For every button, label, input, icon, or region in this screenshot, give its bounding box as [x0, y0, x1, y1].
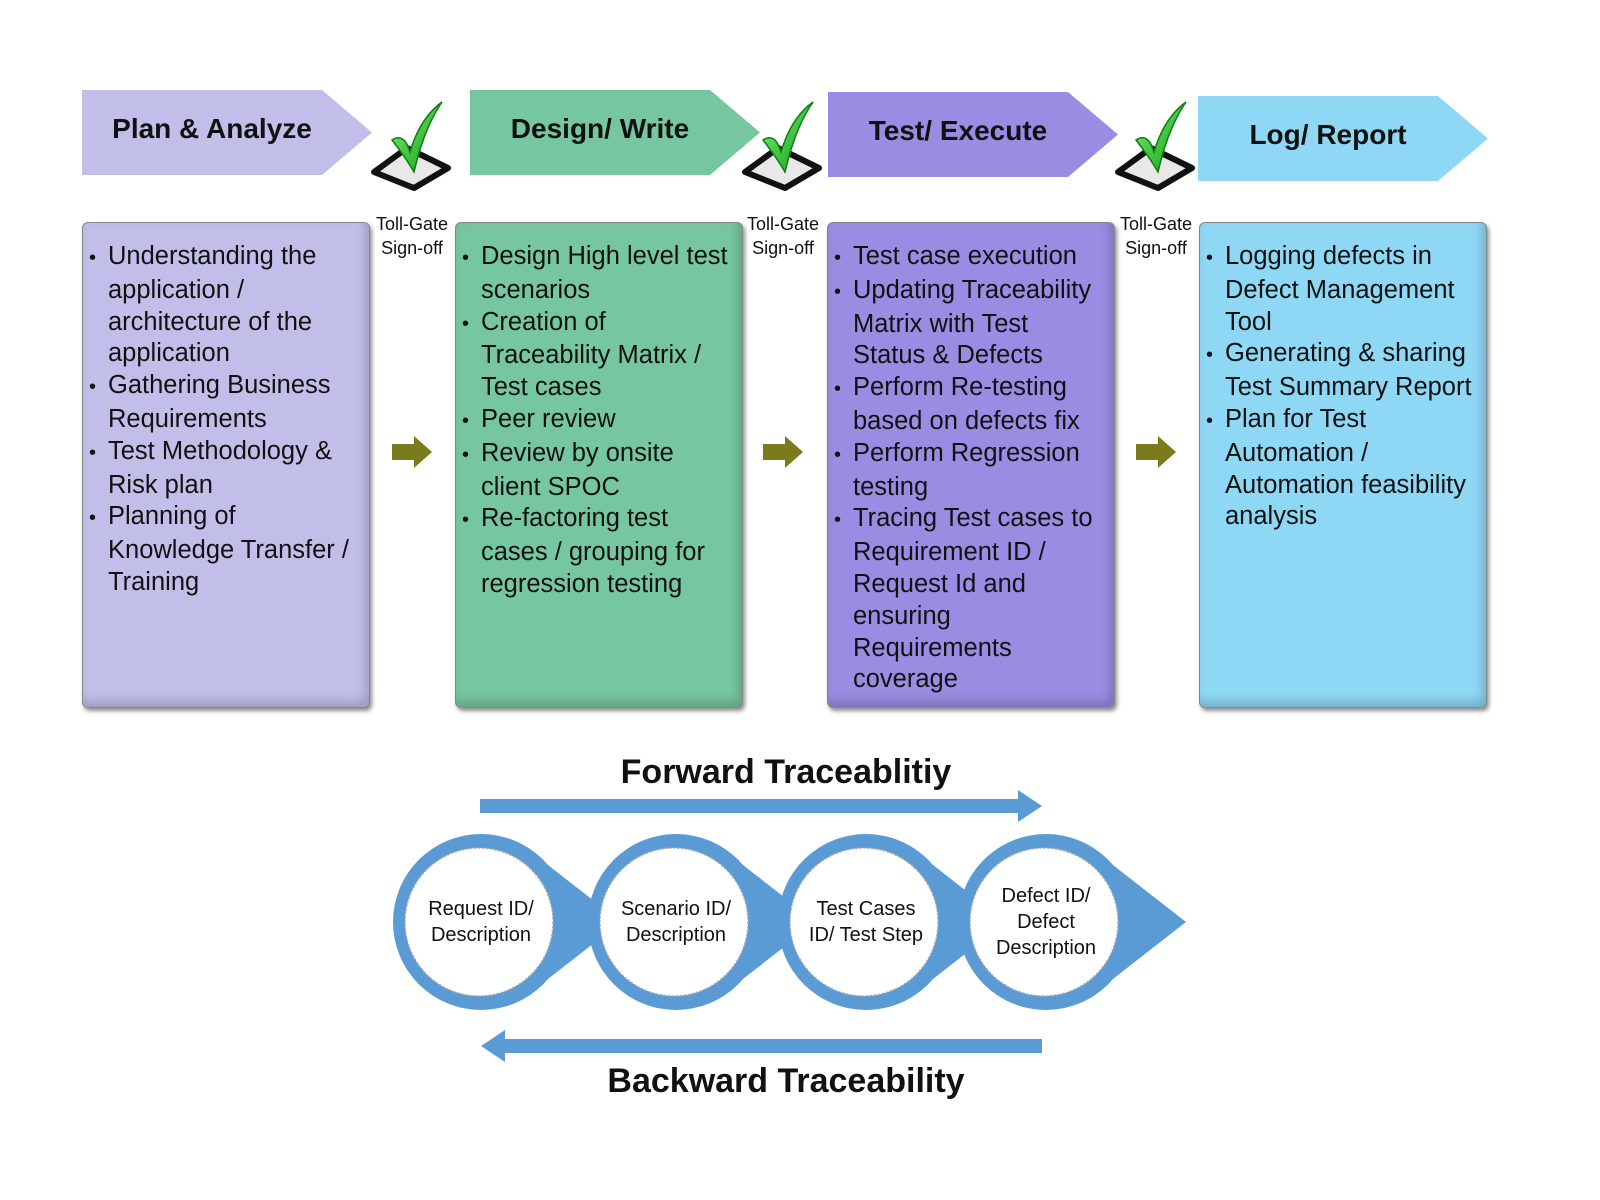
toll-gate-label: Toll-Gate Sign-off [1111, 212, 1201, 260]
phase-title: Design/ Write [510, 113, 690, 144]
trace-node-label: Defect ID/Defect Description [976, 883, 1116, 961]
phase-box-test: Test case executionUpdating Traceability… [827, 222, 1115, 708]
toll-gate-line: Toll-Gate [746, 214, 820, 234]
activity-item: Test Methodology & Risk plan [89, 436, 361, 502]
activity-item: Planning of Knowledge Transfer / Trainin… [89, 501, 361, 598]
activity-item: Review by onsite client SPOC [462, 438, 734, 504]
trace-node-line: Description [995, 937, 1097, 959]
phase-title: Plan & Analyze [112, 113, 312, 144]
right-arrow-icon [763, 436, 803, 468]
forward-arrow [480, 790, 1042, 822]
activity-item: Perform Re-testing based on defects fix [834, 372, 1106, 438]
phase-box-log: Logging defects in Defect Management Too… [1199, 222, 1487, 708]
activity-item: Updating Traceability Matrix with Test S… [834, 275, 1106, 372]
trace-node-label: Test Cases ID/ Test Step [796, 896, 936, 948]
activity-item: Design High level test scenarios [462, 241, 734, 307]
toll-gate-line: Toll-Gate [375, 214, 449, 234]
backward-arrow [481, 1030, 1042, 1062]
right-arrow-icon [392, 436, 432, 468]
toll-gate-label: Toll-Gate Sign-off [367, 212, 457, 260]
phase-title: Log/ Report [1249, 119, 1407, 150]
phase-title: Test/ Execute [868, 115, 1048, 146]
toll-gate-line: Sign-off [381, 238, 443, 258]
phase-box-design: Design High level test scenariosCreation… [455, 222, 743, 708]
toll-gate-line: Sign-off [1125, 238, 1187, 258]
activity-list: Logging defects in Defect Management Too… [1206, 241, 1478, 533]
forward-traceability-title: Forward Traceablitiy [620, 753, 952, 791]
trace-node-label: Request ID/Description [411, 896, 551, 948]
activity-list: Design High level test scenariosCreation… [462, 241, 734, 601]
activity-item: Test case execution [834, 241, 1106, 275]
phase-box-plan: Understanding the application / architec… [82, 222, 370, 708]
checkmark-checkbox-icon [371, 101, 451, 191]
activity-item: Plan for Test Automation / Automation fe… [1206, 404, 1478, 533]
checkmark-checkbox-icon [1115, 101, 1195, 191]
activity-list: Test case executionUpdating Traceability… [834, 241, 1106, 696]
right-arrow-icon [1136, 436, 1176, 468]
activity-item: Peer review [462, 404, 734, 438]
activity-item: Logging defects in Defect Management Too… [1206, 241, 1478, 338]
trace-node-line: Defect [1017, 911, 1075, 933]
trace-node-line: Defect ID/ [1001, 885, 1091, 907]
activity-item: Re-factoring test cases / grouping for r… [462, 503, 734, 600]
activity-item: Perform Regression testing [834, 438, 1106, 504]
toll-gate-label: Toll-Gate Sign-off [738, 212, 828, 260]
toll-gate-line: Sign-off [752, 238, 814, 258]
toll-gate-line: Toll-Gate [1119, 214, 1193, 234]
trace-node-label: Scenario ID/Description [606, 896, 746, 948]
activity-item: Understanding the application / architec… [89, 241, 361, 370]
trace-node-line: Description [430, 924, 532, 946]
activity-list: Understanding the application / architec… [89, 241, 361, 599]
trace-node-line: Description [625, 924, 727, 946]
backward-traceability-title: Backward Traceability [607, 1062, 965, 1100]
checkmark-checkbox-icon [742, 101, 822, 191]
trace-node-line: Request ID/ [428, 898, 534, 920]
activity-item: Creation of Traceability Matrix / Test c… [462, 307, 734, 404]
trace-node-line: ID/ Test Step [808, 924, 924, 946]
activity-item: Gathering Business Requirements [89, 370, 361, 436]
activity-item: Generating & sharing Test Summary Report [1206, 338, 1478, 404]
activity-item: Tracing Test cases to Requirement ID / R… [834, 503, 1106, 696]
trace-node-line: Test Cases [816, 898, 916, 920]
trace-node-line: Scenario ID/ [620, 898, 732, 920]
